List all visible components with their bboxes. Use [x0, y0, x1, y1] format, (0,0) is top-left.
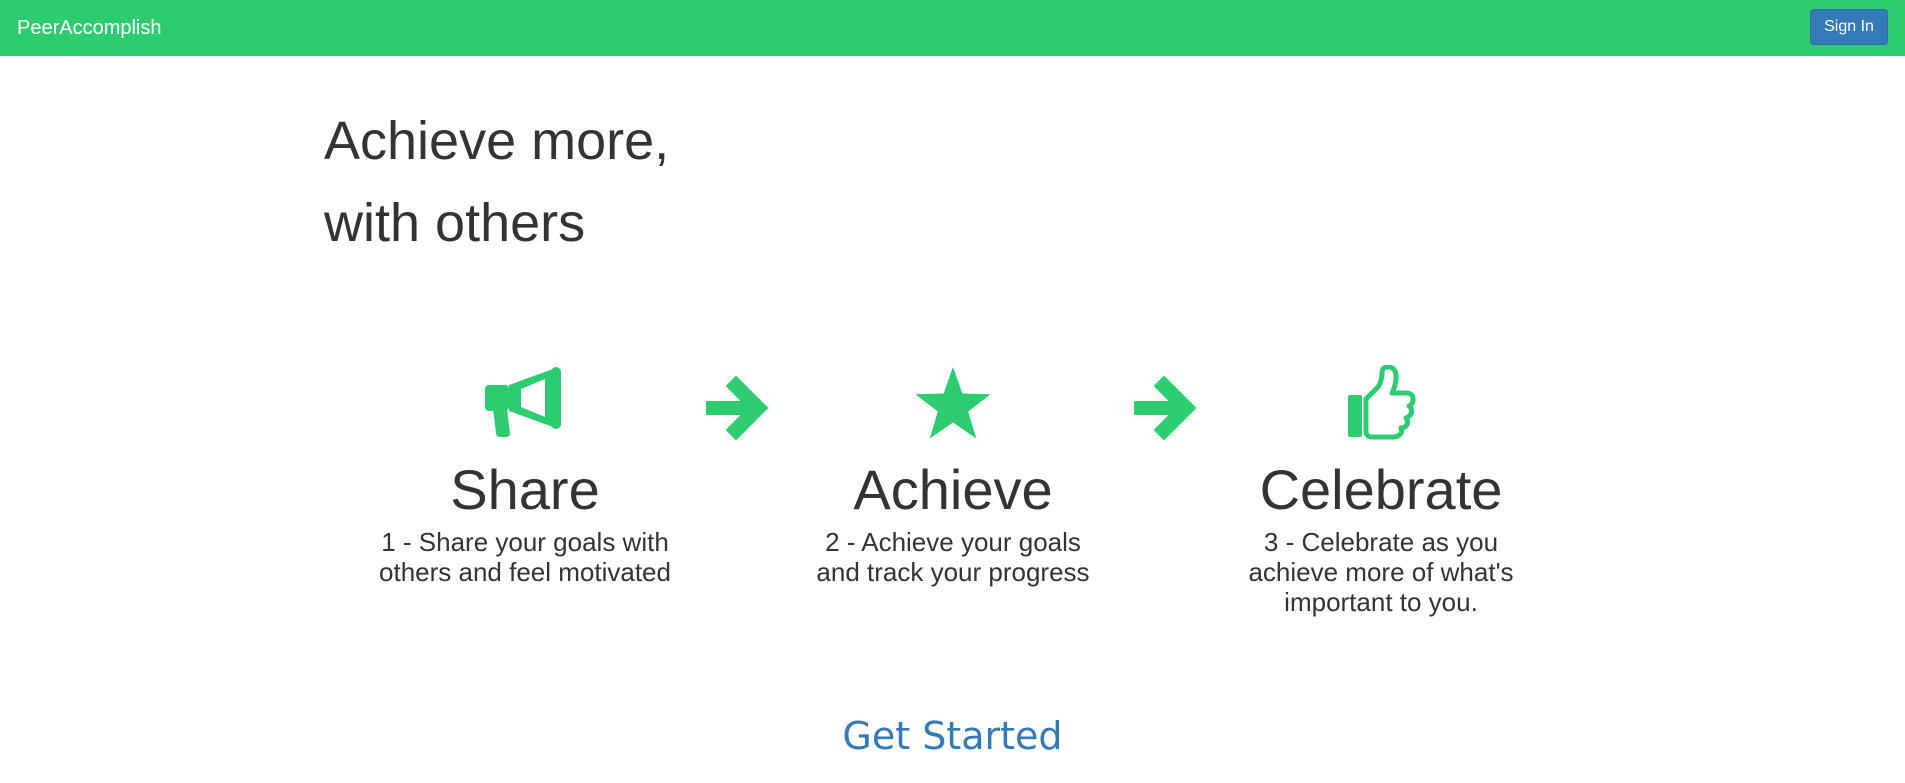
step-title: Celebrate	[1259, 458, 1503, 521]
step-description: 3 - Celebrate as you achieve more of wha…	[1248, 527, 1514, 617]
thumbs-up-icon	[1231, 363, 1531, 443]
star-icon	[803, 363, 1103, 443]
bullhorn-icon	[375, 363, 675, 443]
step-achieve: Achieve 2 - Achieve your goals and track…	[803, 363, 1103, 587]
sign-in-button[interactable]: Sign In	[1810, 9, 1888, 45]
brand-link[interactable]: PeerAccomplish	[17, 16, 162, 40]
step-description: 1 - Share your goals with others and fee…	[379, 527, 671, 587]
top-navbar: PeerAccomplish Sign In	[0, 0, 1905, 56]
step-title: Share	[450, 458, 600, 521]
step-description: 2 - Achieve your goals and track your pr…	[816, 527, 1090, 587]
hero-heading: Achieve more, with others	[324, 100, 669, 264]
arrow-right-icon	[1134, 376, 1196, 440]
step-title: Achieve	[853, 458, 1053, 521]
step-celebrate: Celebrate 3 - Celebrate as you achieve m…	[1231, 363, 1531, 617]
hero-line-2: with others	[324, 193, 586, 253]
hero-line-1: Achieve more,	[324, 111, 670, 171]
step-share: Share 1 - Share your goals with others a…	[375, 363, 675, 587]
arrow-right-icon	[706, 376, 768, 440]
get-started-link[interactable]: Get Started	[0, 712, 1905, 760]
